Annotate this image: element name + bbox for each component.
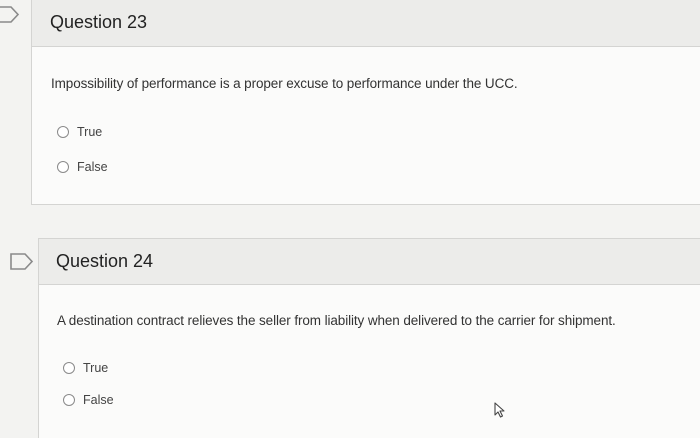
question-title: Question 24: [56, 251, 154, 271]
mouse-pointer-icon: [493, 402, 507, 418]
option-label: True: [77, 125, 103, 139]
option-true[interactable]: True: [57, 125, 102, 139]
question-24-card: Question 24 A destination contract relie…: [38, 238, 700, 438]
option-label: False: [77, 160, 108, 174]
option-true[interactable]: True: [63, 361, 108, 375]
question-header: Question 24: [39, 239, 700, 285]
option-label: False: [83, 393, 114, 407]
question-prompt: A destination contract relieves the sell…: [57, 313, 616, 328]
option-false[interactable]: False: [57, 160, 108, 174]
flag-question-icon[interactable]: [10, 253, 34, 270]
option-label: True: [83, 361, 109, 375]
option-false[interactable]: False: [63, 393, 114, 407]
radio-button[interactable]: [57, 126, 69, 138]
radio-button[interactable]: [57, 161, 69, 173]
question-header: Question 23: [32, 0, 700, 47]
question-title: Question 23: [50, 12, 148, 32]
radio-button[interactable]: [63, 362, 75, 374]
question-prompt: Impossibility of performance is a proper…: [51, 76, 518, 91]
radio-button[interactable]: [63, 394, 75, 406]
question-23-card: Question 23 Impossibility of performance…: [31, 0, 700, 205]
flag-question-icon[interactable]: [0, 6, 20, 23]
